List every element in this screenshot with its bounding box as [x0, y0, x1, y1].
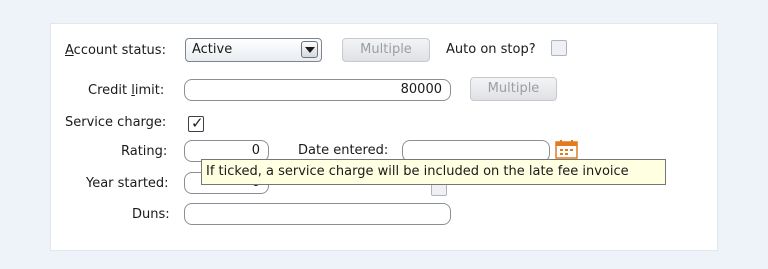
service-charge-tooltip: If ticked, a service charge will be incl… [201, 159, 666, 185]
checkmark-icon: ✓ [191, 114, 204, 132]
account-status-label: Account status: [65, 43, 166, 58]
credit-limit-multiple-button[interactable]: Multiple [470, 77, 557, 101]
rating-label: Rating: [121, 144, 168, 159]
calendar-icon[interactable] [555, 140, 578, 159]
account-status-select[interactable]: Active [185, 38, 322, 62]
credit-limit-label: Credit limit: [88, 83, 165, 98]
duns-input[interactable] [184, 203, 451, 225]
account-status-multiple-button[interactable]: Multiple [342, 38, 430, 62]
rating-value: 0 [251, 143, 260, 158]
date-entered-label: Date entered: [298, 143, 389, 158]
service-charge-checkbox[interactable]: ✓ [188, 114, 204, 132]
duns-label: Duns: [132, 207, 170, 222]
chevron-down-icon[interactable] [301, 41, 318, 58]
credit-limit-value: 80000 [400, 82, 442, 97]
service-charge-label: Service charge: [65, 115, 167, 130]
credit-limit-input[interactable]: 80000 [184, 79, 451, 101]
auto-on-stop-label: Auto on stop? [446, 42, 536, 57]
account-status-value: Active [192, 42, 233, 57]
auto-on-stop-checkbox[interactable] [551, 40, 567, 56]
year-started-label: Year started: [86, 176, 169, 191]
